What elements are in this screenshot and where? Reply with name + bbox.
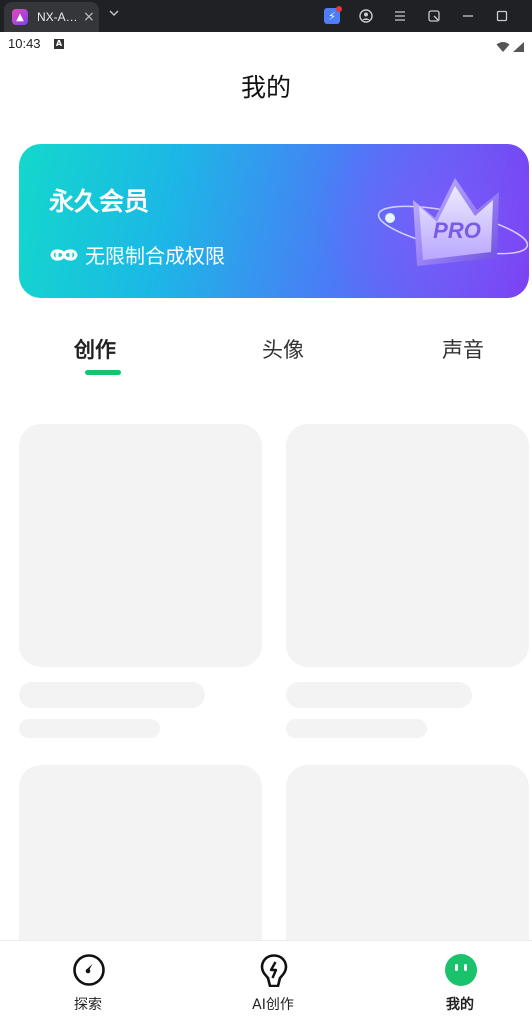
vip-subtitle: 无限制合成权限 — [85, 244, 225, 268]
app-screen: ▲ NX-A… × ⚡ 10:43 A 我的 永久会员 无限制合成权限 PRO … — [0, 0, 532, 1020]
nav-explore[interactable]: 探索 — [38, 941, 138, 1020]
app-logo-icon: ▲ — [12, 9, 28, 25]
status-bar: 10:43 A — [0, 32, 532, 56]
infinity-icon — [50, 248, 78, 261]
nav-label-ai-create: AI创作 — [252, 997, 294, 1013]
tab-title: NX-A… — [37, 10, 78, 24]
browser-titlebar: ▲ NX-A… × ⚡ — [0, 0, 532, 32]
tab-active-indicator — [85, 370, 121, 375]
content-tabs: 创作 头像 声音 — [0, 330, 532, 382]
signal-icon — [512, 38, 525, 57]
skeleton-line — [19, 682, 205, 708]
status-time: 10:43 — [8, 36, 41, 51]
nav-label-mine: 我的 — [446, 997, 474, 1013]
skeleton-line — [19, 719, 160, 738]
nav-label-explore: 探索 — [74, 997, 102, 1013]
extension-icon[interactable]: ⚡ — [324, 6, 342, 24]
wifi-icon — [496, 38, 510, 57]
account-icon[interactable] — [358, 8, 374, 24]
browser-tab[interactable]: ▲ NX-A… × — [4, 2, 99, 32]
skeleton-card — [19, 765, 262, 965]
minimize-icon[interactable] — [460, 8, 476, 24]
bottom-nav: 探索 AI创作 我的 — [0, 940, 532, 1020]
pro-badge-text: PRO — [433, 218, 481, 243]
skeleton-card — [286, 424, 529, 667]
lightbulb-icon — [260, 954, 288, 987]
page-title: 我的 — [240, 73, 291, 102]
compass-icon — [73, 954, 105, 986]
maximize-icon[interactable] — [494, 8, 510, 24]
nav-mine[interactable]: 我的 — [410, 941, 510, 1020]
vip-banner[interactable]: 永久会员 无限制合成权限 PRO — [19, 144, 529, 298]
skeleton-line — [286, 682, 472, 708]
notification-icon: A — [54, 39, 64, 49]
menu-icon[interactable] — [392, 8, 408, 24]
skeleton-line — [286, 719, 427, 738]
tab-creation[interactable]: 创作 — [74, 334, 116, 364]
tab-close-icon[interactable]: × — [83, 10, 95, 24]
vip-title: 永久会员 — [49, 187, 150, 216]
tab-dropdown-icon[interactable] — [108, 7, 120, 22]
tab-voice[interactable]: 声音 — [442, 334, 484, 364]
profile-face-icon — [445, 954, 477, 986]
vip-subtitle-row: 无限制合成权限 — [49, 240, 225, 269]
tab-avatar[interactable]: 头像 — [262, 334, 304, 364]
screenshot-icon[interactable] — [426, 8, 442, 24]
pro-crown-icon: PRO — [377, 178, 529, 266]
skeleton-card — [286, 765, 529, 965]
nav-ai-create[interactable]: AI创作 — [223, 941, 323, 1020]
skeleton-card — [19, 424, 262, 667]
